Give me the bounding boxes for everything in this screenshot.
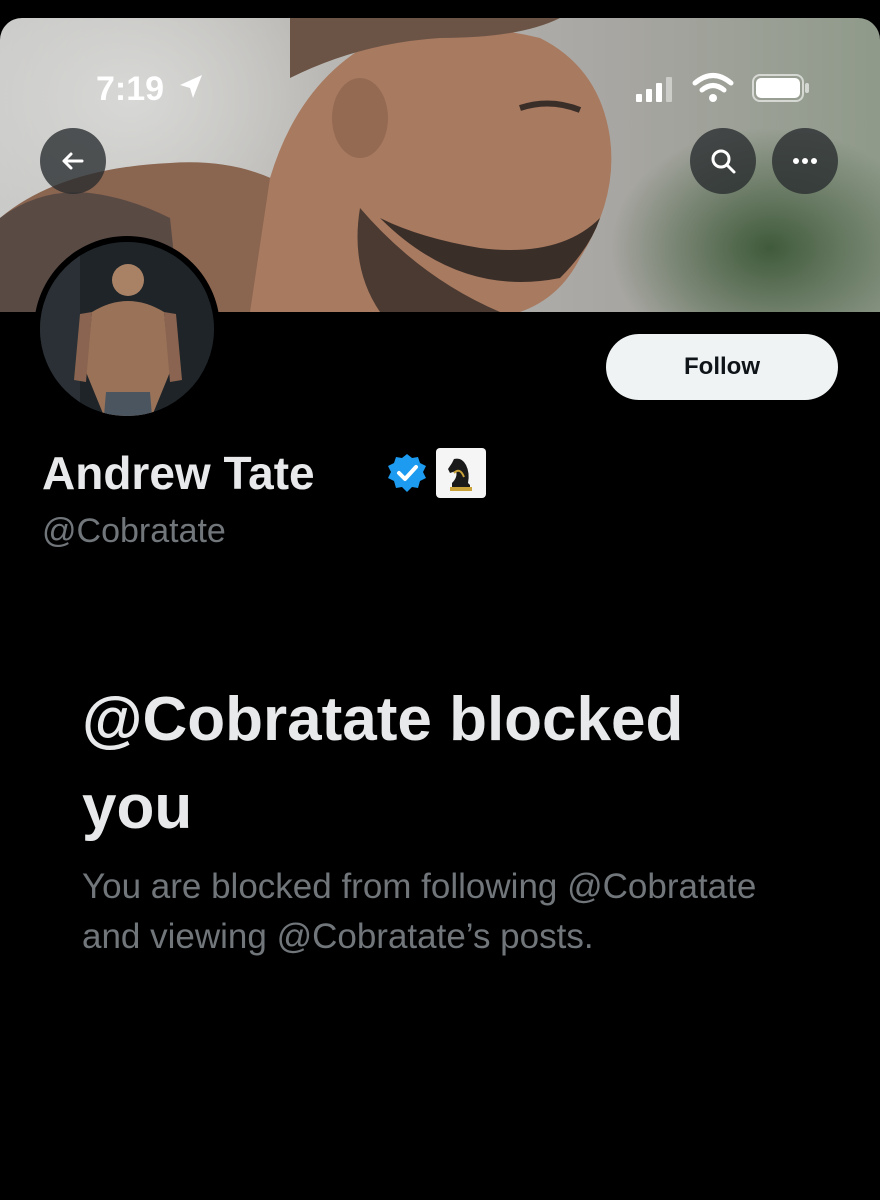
battery-icon <box>752 74 809 102</box>
status-time: 7:19 <box>96 70 165 108</box>
back-arrow-icon <box>62 152 84 170</box>
profile-screen: 7:19 Follow Andrew Tate @Cobratate @Cobr… <box>0 0 880 1200</box>
chess-knight-icon <box>448 458 472 491</box>
location-arrow-icon <box>180 75 202 98</box>
follow-button[interactable]: Follow <box>606 334 838 400</box>
profile-avatar[interactable] <box>34 236 220 422</box>
display-name: Andrew Tate <box>42 447 315 499</box>
more-options-icon <box>793 158 817 164</box>
verified-badge-icon[interactable] <box>386 452 428 494</box>
wifi-icon <box>692 73 734 102</box>
status-bar: 7:19 <box>0 18 880 118</box>
search-button[interactable] <box>690 128 756 194</box>
profile-handle: @Cobratate <box>42 512 226 550</box>
blocked-description: You are blocked from following @Cobratat… <box>82 867 757 956</box>
more-options-button[interactable] <box>772 128 838 194</box>
back-button[interactable] <box>40 128 106 194</box>
search-icon <box>711 149 736 174</box>
cellular-signal-icon <box>636 77 672 102</box>
avatar-photo <box>40 242 214 416</box>
affiliate-badge[interactable] <box>436 448 486 498</box>
blocked-title: @Cobratate blocked you <box>82 685 684 842</box>
